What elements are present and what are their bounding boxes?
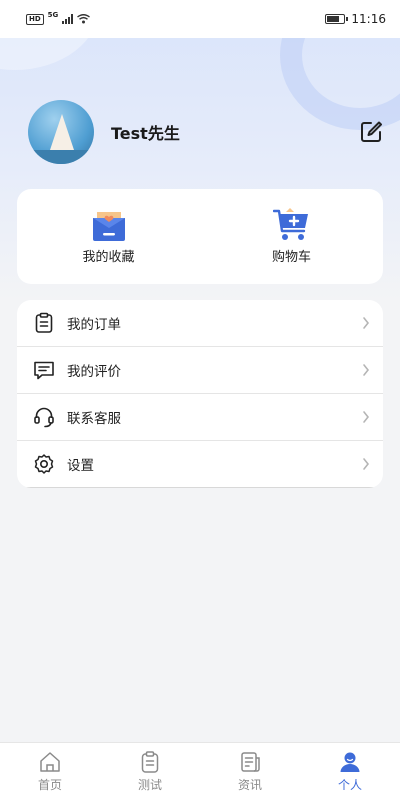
chevron-right-icon: [363, 458, 370, 470]
tab-label: 资讯: [237, 778, 262, 792]
tab-label: 首页: [37, 778, 62, 792]
tab-label: 测试: [137, 778, 162, 792]
battery-icon: [325, 14, 349, 24]
status-bar: HD 5G 11:16: [0, 0, 400, 38]
menu-item-label: 设置: [67, 458, 94, 474]
menu-item-reviews[interactable]: 我的评价: [17, 347, 383, 394]
status-left: HD 5G: [26, 11, 91, 25]
tab-test[interactable]: 测试: [100, 743, 200, 800]
tab-profile[interactable]: 个人: [300, 743, 400, 800]
avatar[interactable]: [28, 100, 94, 164]
status-right: 11:16: [325, 12, 386, 26]
gear-icon: [34, 454, 54, 474]
cart-label: 购物车: [271, 250, 311, 265]
menu-item-support[interactable]: 联系客服: [17, 394, 383, 441]
network-label: 5G: [47, 11, 59, 19]
clipboard-icon: [141, 751, 159, 773]
favorites-label: 我的收藏: [82, 250, 135, 265]
headset-icon: [34, 407, 54, 428]
status-time: 11:16: [351, 12, 386, 26]
profile-header: Test先生: [28, 100, 383, 164]
wifi-icon: [77, 14, 91, 24]
chevron-right-icon: [363, 364, 370, 376]
menu-item-label: 我的评价: [67, 364, 121, 380]
menu-item-settings[interactable]: 设置: [17, 441, 383, 488]
edit-profile-icon[interactable]: [359, 120, 383, 144]
username: Test先生: [111, 124, 180, 143]
review-icon: [34, 361, 54, 380]
favorites-button[interactable]: 我的收藏: [17, 189, 200, 284]
chevron-right-icon: [363, 317, 370, 329]
cart-button[interactable]: 购物车: [200, 189, 383, 284]
news-icon: [241, 752, 260, 772]
favorites-icon: [92, 212, 125, 241]
user-icon: [340, 752, 360, 772]
menu-item-label: 我的订单: [67, 317, 121, 333]
menu-item-orders[interactable]: 我的订单: [17, 300, 383, 347]
quick-actions-card: 我的收藏 购物车: [17, 189, 383, 284]
order-icon: [35, 312, 53, 333]
hd-badge: HD: [26, 13, 44, 25]
tab-home[interactable]: 首页: [0, 743, 100, 800]
menu-list: 我的订单 我的评价 联系客服 设置: [17, 300, 383, 488]
chevron-right-icon: [363, 411, 370, 423]
tab-label: 个人: [337, 778, 362, 792]
signal-icon: [62, 14, 74, 24]
tab-news[interactable]: 资讯: [200, 743, 300, 800]
home-icon: [40, 752, 60, 772]
bottom-nav: 首页 测试 资讯 个人: [0, 742, 400, 800]
cart-icon: [272, 208, 308, 240]
menu-item-label: 联系客服: [67, 411, 121, 427]
